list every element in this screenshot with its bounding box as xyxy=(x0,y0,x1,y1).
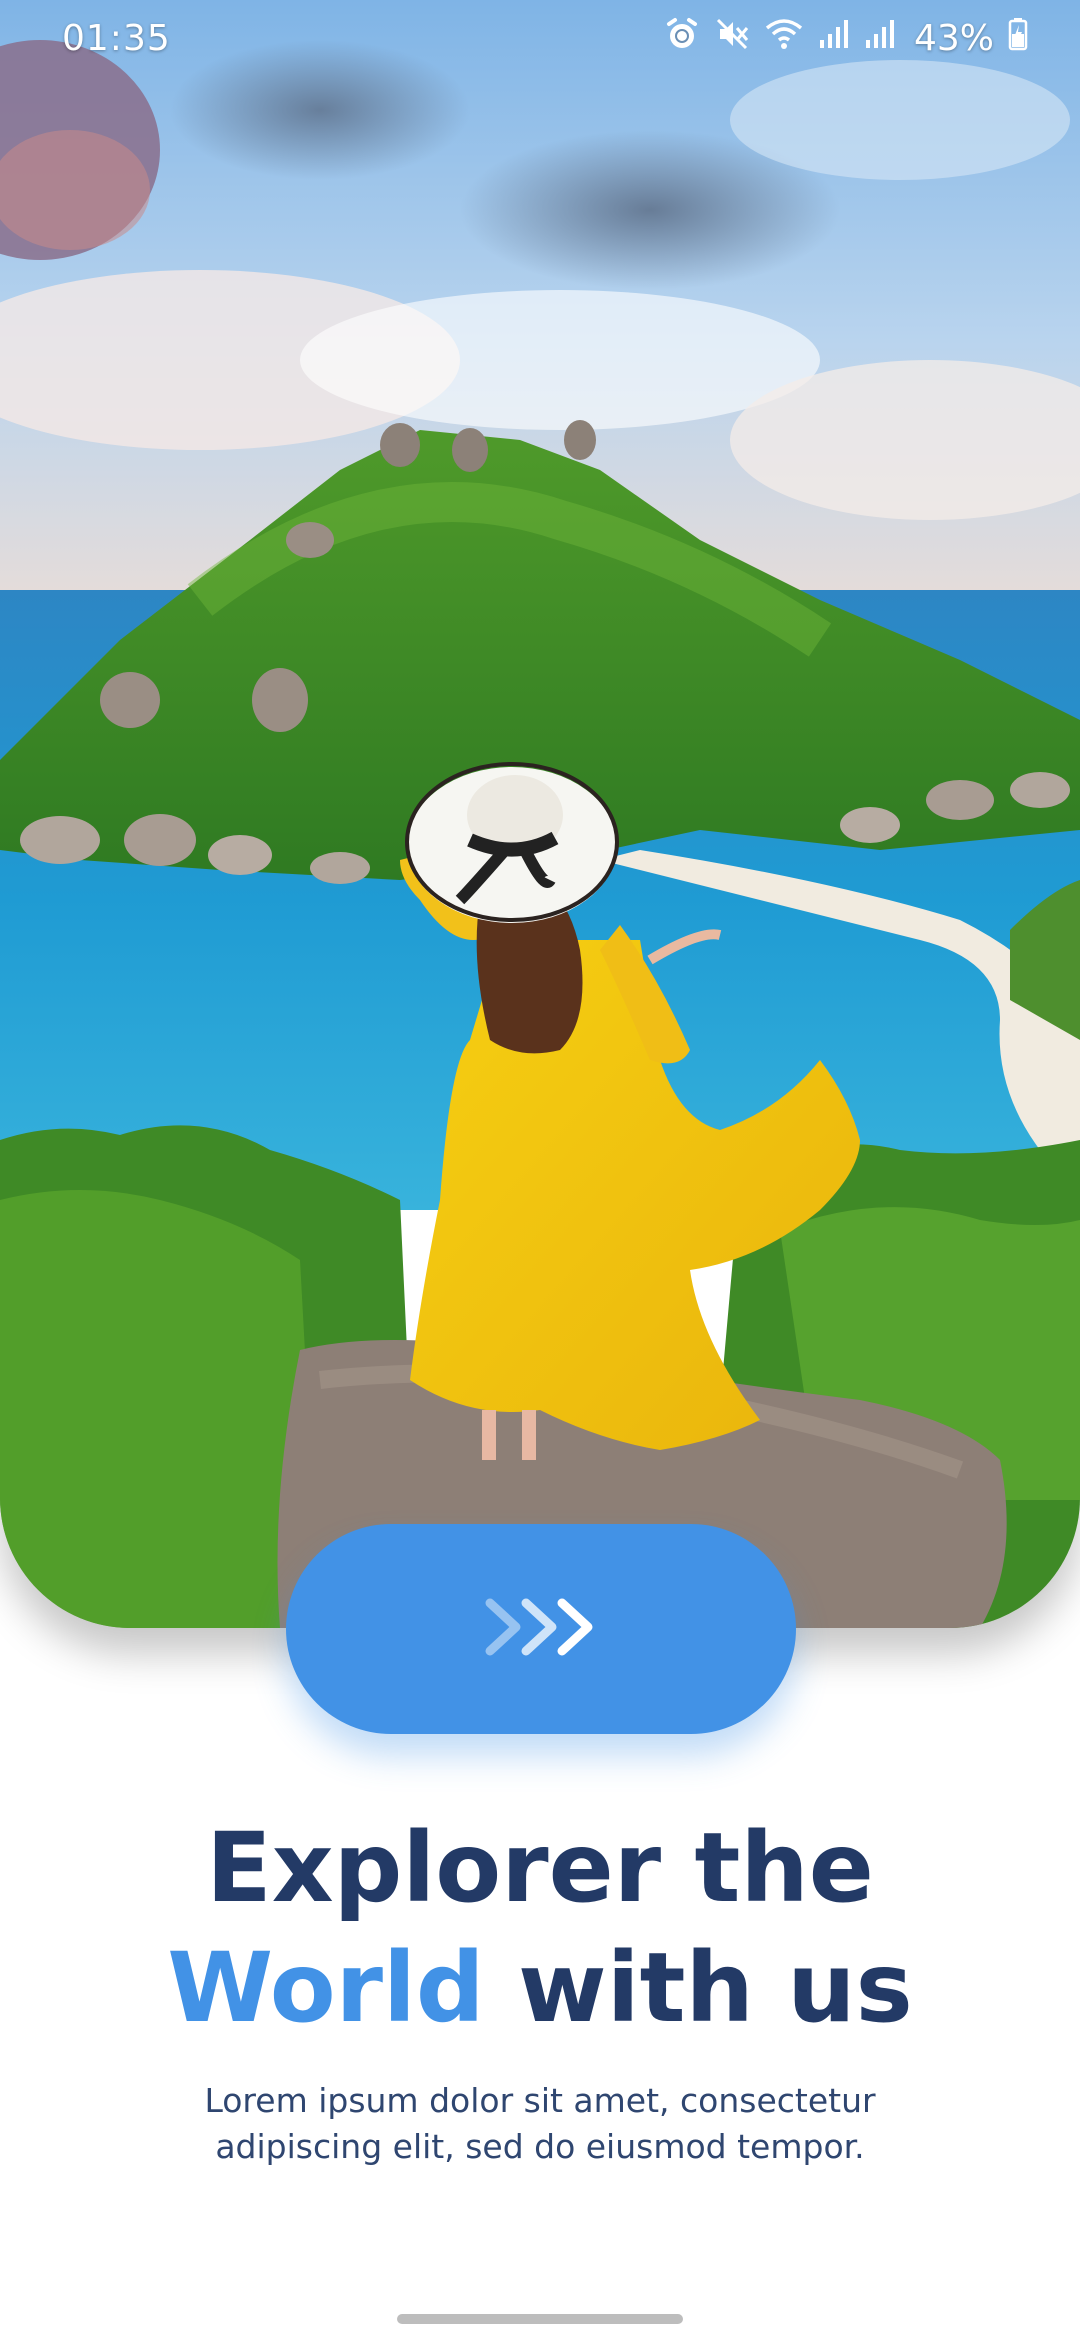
onboarding-headline: Explorer the World with us xyxy=(0,1808,1080,2048)
onboarding-screen: 01:35 43% Explorer the World with us Lor… xyxy=(0,0,1080,2340)
headline-line-1: Explorer the xyxy=(206,1812,874,1924)
next-button[interactable] xyxy=(286,1524,796,1734)
status-bar: 01:35 43% xyxy=(0,0,1080,86)
battery-percent: 43% xyxy=(913,18,994,59)
headline-accent-word: World xyxy=(167,1932,485,2044)
hero-image xyxy=(0,0,1080,1628)
subtitle-line-1: Lorem ipsum dolor sit amet, consectetur xyxy=(204,2081,876,2120)
status-time: 01:35 xyxy=(62,18,171,59)
subtitle-line-2: adipiscing elit, sed do eiusmod tempor. xyxy=(215,2127,865,2166)
headline-line-2: World with us xyxy=(0,1928,1080,2048)
wifi-icon xyxy=(764,16,804,61)
travel-photo xyxy=(0,0,1080,1628)
signal-icon xyxy=(864,16,896,61)
signal-icon xyxy=(818,16,850,61)
onboarding-subtitle: Lorem ipsum dolor sit amet, consectetur … xyxy=(140,2078,940,2170)
mute-icon xyxy=(714,16,750,61)
home-indicator[interactable] xyxy=(397,2314,683,2324)
headline-line-2-rest: with us xyxy=(484,1932,913,2044)
triple-chevron-right-icon xyxy=(476,1587,606,1671)
status-icons: 43% xyxy=(664,16,1028,61)
alarm-icon xyxy=(664,16,700,61)
battery-charging-icon xyxy=(1008,16,1028,61)
